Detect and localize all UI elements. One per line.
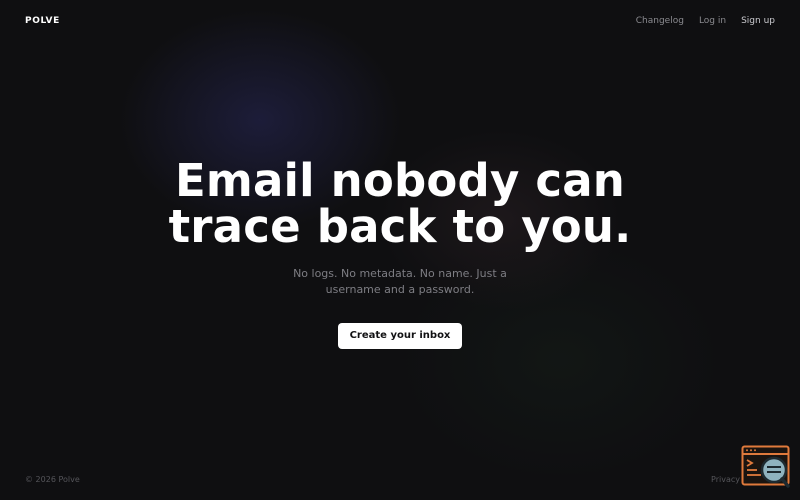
- nav-signup-link[interactable]: Sign up: [741, 16, 775, 26]
- terminal-search-icon[interactable]: [741, 445, 791, 490]
- page: POLVE Changelog Log in Sign up Email nob…: [0, 0, 800, 500]
- footer-privacy-link[interactable]: Privacy: [711, 475, 740, 484]
- hero-title: Email nobody can trace back to you.: [0, 158, 800, 250]
- nav-changelog-link[interactable]: Changelog: [636, 16, 684, 26]
- top-nav: Changelog Log in Sign up: [636, 16, 775, 26]
- header: POLVE Changelog Log in Sign up: [0, 0, 800, 44]
- create-inbox-button[interactable]: Create your inbox: [338, 323, 462, 349]
- hero-title-line-2: trace back to you.: [168, 200, 632, 253]
- hero-section: Email nobody can trace back to you. No l…: [0, 158, 800, 349]
- brand-logo[interactable]: POLVE: [25, 16, 60, 26]
- footer-copyright: © 2026 Polve: [25, 475, 80, 484]
- hero-subtitle: No logs. No metadata. No name. Just a us…: [293, 267, 507, 296]
- nav-login-link[interactable]: Log in: [699, 16, 726, 26]
